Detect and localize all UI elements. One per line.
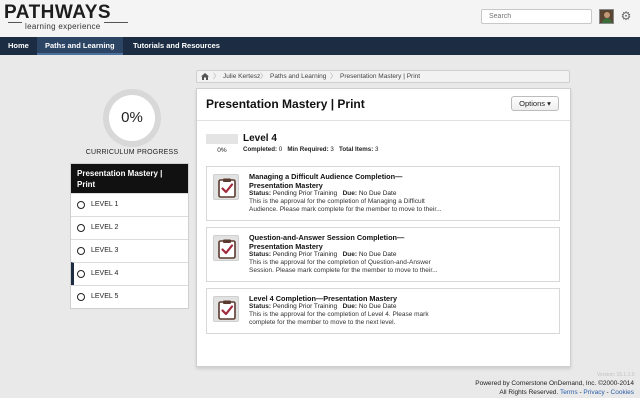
curriculum-progress-ring: 0% [103,89,161,147]
min-required-value: 3 [330,146,334,153]
level-progress-value: 0% [217,147,227,154]
level-item-4[interactable]: LEVEL 4 [71,262,188,285]
nav-tutorials-and-resources[interactable]: Tutorials and Resources [125,37,228,55]
level-status-circle-icon [77,293,85,301]
breadcrumb: 〉 Julie Kertesz 〉 Paths and Learning 〉 P… [196,70,570,83]
training-description: This is the approval for the completion … [249,259,438,274]
level-label: LEVEL 2 [91,224,119,231]
level-status-circle-icon [77,201,85,209]
breadcrumb-separator: 〉 [213,73,220,80]
training-description: This is the approval for the completion … [249,311,429,326]
curriculum-level-list: Presentation Mastery | Print LEVEL 1 LEV… [70,163,189,309]
training-item[interactable]: Level 4 Completion—Presentation Mastery … [206,288,560,334]
level-progress-bar [206,134,238,144]
breadcrumb-current: Presentation Mastery | Print [340,73,421,80]
privacy-link[interactable]: Privacy [583,389,604,396]
training-description: This is the approval for the completion … [249,198,442,213]
training-status: Status: Pending Prior Training Due: No D… [249,190,397,197]
completed-label: Completed: [243,146,278,153]
level-status-circle-icon [77,270,85,278]
total-items-value: 3 [375,146,379,153]
breadcrumb-user[interactable]: Julie Kertesz [223,71,260,82]
training-status: Status: Pending Prior Training Due: No D… [249,251,397,258]
gear-icon[interactable]: ⚙ [619,8,633,24]
logo[interactable]: PATHWAYS [4,2,111,24]
terms-link[interactable]: Terms [560,389,578,396]
min-required-label: Min Required: [287,146,329,153]
breadcrumb-separator: 〉 [330,73,337,80]
footer-links: All Rights Reserved. Terms - Privacy - C… [499,389,634,396]
footer-powered-by: Powered by Cornerstone OnDemand, Inc. ©2… [475,380,634,387]
training-item[interactable]: Managing a Difficult Audience Completion… [206,166,560,221]
curriculum-title: Presentation Mastery | Print [71,164,188,193]
breadcrumb-paths[interactable]: Paths and Learning [270,71,326,82]
level-label: LEVEL 5 [91,293,119,300]
home-icon[interactable] [201,73,209,80]
header: PATHWAYS learning experience ⚙ [0,0,640,37]
footer-rights: All Rights Reserved. [499,389,559,396]
training-title[interactable]: Managing a Difficult Audience Completion… [249,172,549,190]
training-title[interactable]: Level 4 Completion—Presentation Mastery [249,294,549,303]
level-heading: Level 4 [243,133,277,144]
page-title: Presentation Mastery | Print [206,97,365,111]
curriculum-progress-label: CURRICULUM PROGRESS [85,149,179,156]
level-label: LEVEL 4 [91,270,119,277]
level-item-1[interactable]: LEVEL 1 [71,193,188,216]
main-nav: Home Paths and Learning Tutorials and Re… [0,37,640,55]
nav-paths-and-learning[interactable]: Paths and Learning [37,37,123,55]
total-items-label: Total Items: [339,146,374,153]
clipboard-check-icon [213,235,239,261]
avatar-body [602,18,612,23]
level-item-5[interactable]: LEVEL 5 [71,285,188,308]
training-item[interactable]: Question-and-Answer Session Completion— P… [206,227,560,282]
training-title[interactable]: Question-and-Answer Session Completion— P… [249,233,549,251]
options-label: Options [519,99,545,108]
curriculum-panel: Presentation Mastery | Print Options ▾ 0… [196,88,571,367]
clipboard-check-icon [213,296,239,322]
breadcrumb-separator: 〉 [260,73,267,80]
level-label: LEVEL 3 [91,247,119,254]
user-avatar-icon[interactable] [599,9,614,24]
nav-home[interactable]: Home [0,37,37,55]
level-status-circle-icon [77,224,85,232]
level-item-2[interactable]: LEVEL 2 [71,216,188,239]
search-box[interactable] [481,9,592,24]
caret-down-icon: ▾ [547,99,551,108]
completed-value: 0 [278,146,283,153]
level-label: LEVEL 1 [91,201,119,208]
cookies-link[interactable]: Cookies [611,389,634,396]
level-status-circle-icon [77,247,85,255]
training-status: Status: Pending Prior Training Due: No D… [249,303,397,310]
search-input[interactable] [482,10,591,23]
logo-tagline: learning experience [22,22,104,31]
version-label: Version: 15.1.1.0 [597,372,635,378]
level-stats: Completed: 0 Min Required: 3 Total Items… [243,146,378,153]
level-item-3[interactable]: LEVEL 3 [71,239,188,262]
curriculum-progress-value: 0% [121,109,143,126]
clipboard-check-icon [213,174,239,200]
divider [197,120,570,121]
options-dropdown-button[interactable]: Options ▾ [511,96,559,111]
